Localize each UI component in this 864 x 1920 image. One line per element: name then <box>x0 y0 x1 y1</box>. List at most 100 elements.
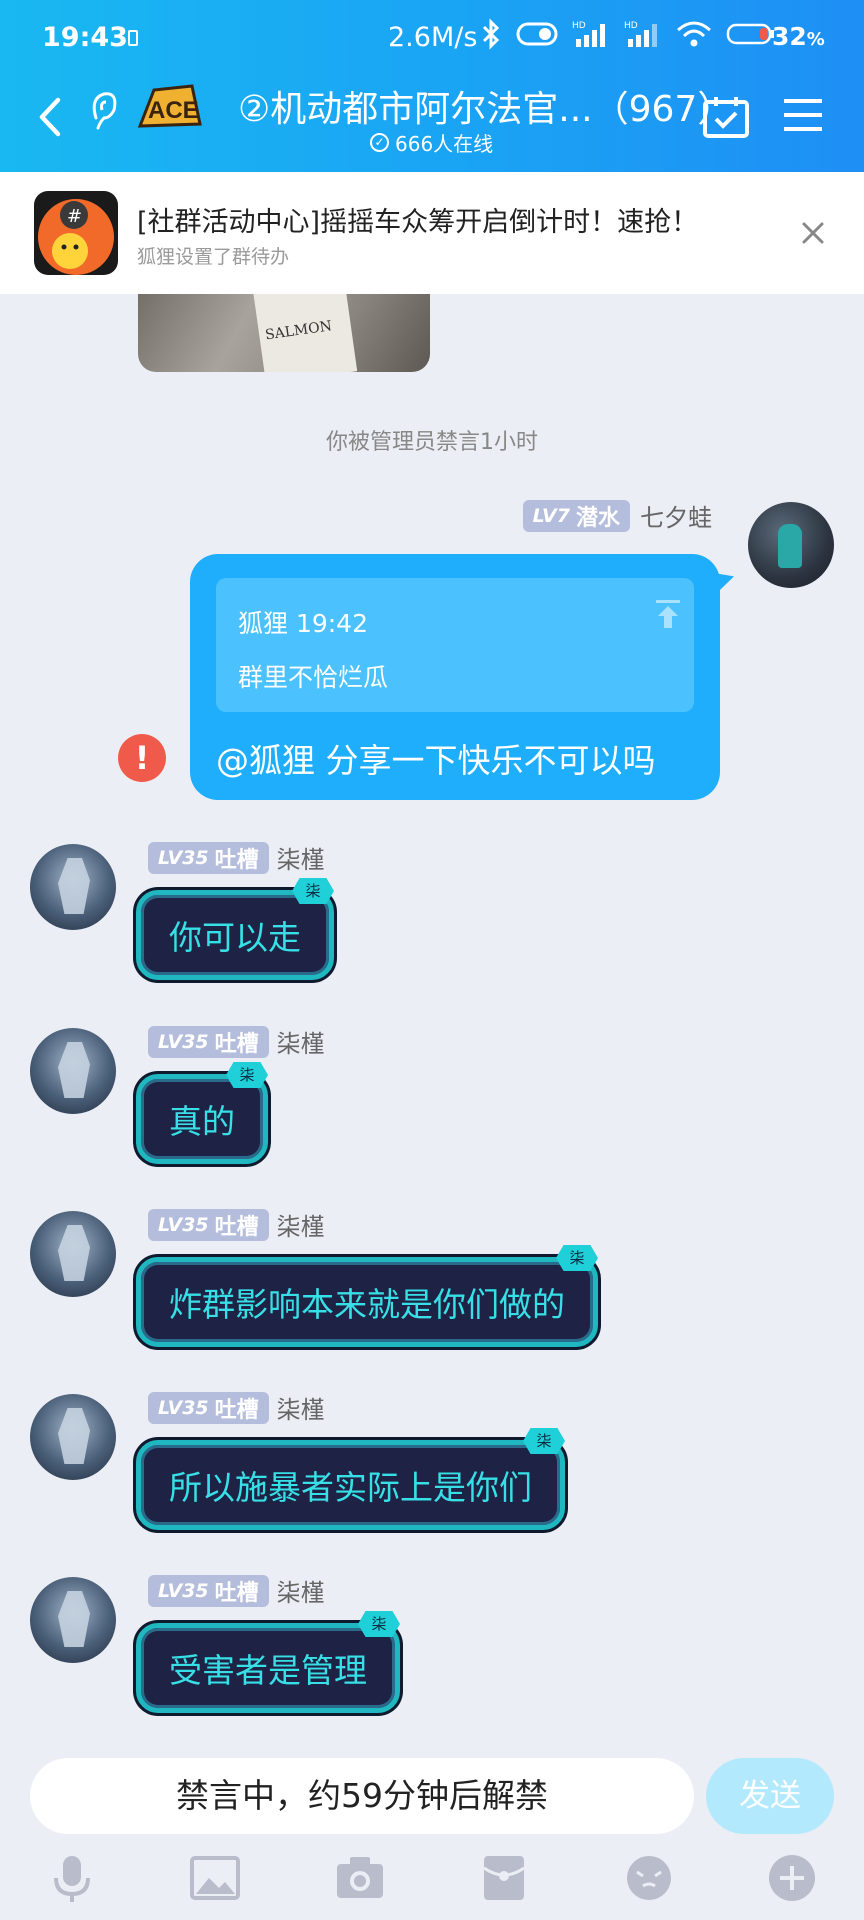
group-notice-banner[interactable]: # [社群活动中心]摇摇车众筹开启倒计时！速抢！ 狐狸设置了群待办 <box>0 172 864 294</box>
message-row: LV35 吐槽 柒槿 受害者是管理 柒 <box>0 1573 864 1743</box>
level-badge: LV7 潜水 <box>522 499 630 532</box>
avatar[interactable] <box>30 1577 116 1663</box>
sender-row: LV35 吐槽 柒槿 <box>148 1024 325 1059</box>
checkin-icon[interactable] <box>702 94 750 140</box>
level-title: 吐槽 <box>214 1580 259 1606</box>
system-message: 你被管理员禁言1小时 <box>326 430 538 455</box>
my-sender-row: LV7 潜水 七夕蛙 <box>522 498 712 533</box>
avatar-mech <box>58 858 90 914</box>
status-bar: 19:43 2.6M/s HD HD 32% <box>0 0 864 78</box>
bubble-tag: 柒 <box>358 1611 400 1637</box>
message-bubble[interactable]: 你可以走 柒 <box>136 878 334 980</box>
battery-icon <box>726 23 774 45</box>
avatar[interactable] <box>30 1394 116 1480</box>
sender-nickname[interactable]: 柒槿 <box>277 1573 325 1608</box>
avatar-mech <box>58 1042 90 1098</box>
send-failed-icon[interactable]: ! <box>118 734 166 782</box>
notice-app-icon: # <box>34 191 118 275</box>
message-bubble[interactable]: 炸群影响本来就是你们做的 柒 <box>136 1245 598 1347</box>
battery-percent: 32% <box>772 22 825 51</box>
quote-author-time: 狐狸 19:42 <box>238 609 368 638</box>
send-button[interactable]: 发送 <box>706 1758 834 1834</box>
avatar[interactable] <box>30 844 116 930</box>
avatar-mech <box>58 1591 90 1647</box>
sender-nickname[interactable]: 柒槿 <box>277 1024 325 1059</box>
message-bubble[interactable]: 所以施暴者实际上是你们 柒 <box>136 1428 565 1530</box>
avatar[interactable] <box>30 1211 116 1297</box>
sender-row: LV35 吐槽 柒槿 <box>148 840 325 875</box>
menu-icon[interactable] <box>782 96 824 134</box>
my-message-bubble[interactable]: 狐狸 19:42 群里不恰烂瓜 @狐狸 分享一下快乐不可以吗 <box>190 554 720 800</box>
image-bag-shape: SALMON <box>250 294 358 372</box>
chat-area[interactable]: SALMON 你被管理员禁言1小时 LV7 潜水 七夕蛙 狐狸 19:42 群里… <box>0 294 864 1754</box>
level-title: 吐槽 <box>214 1031 259 1057</box>
emoji-icon[interactable] <box>623 1852 675 1904</box>
level-text: LV7 <box>532 504 570 527</box>
message-bubble[interactable]: 受害者是管理 柒 <box>136 1611 400 1713</box>
wifi-icon <box>677 21 711 47</box>
back-arrow-icon[interactable] <box>30 92 70 142</box>
jump-to-icon[interactable] <box>652 598 684 630</box>
avatar-figure <box>778 524 802 568</box>
mic-icon[interactable] <box>46 1852 98 1904</box>
online-check-icon: ✓ <box>370 133 389 152</box>
avatar[interactable] <box>30 1028 116 1114</box>
level-badge: LV35 吐槽 <box>148 1391 269 1424</box>
bubble-tag: 柒 <box>523 1428 565 1454</box>
online-text: 666人在线 <box>395 132 494 156</box>
signal-icon: HD <box>572 21 605 47</box>
sender-nickname[interactable]: 柒槿 <box>277 840 325 875</box>
level-title: 吐槽 <box>214 1397 259 1423</box>
bubble-tag: 柒 <box>226 1062 268 1088</box>
ear-icon[interactable] <box>86 88 122 134</box>
quoted-reply[interactable]: 狐狸 19:42 群里不恰烂瓜 <box>216 578 694 712</box>
sender-nickname[interactable]: 七夕蛙 <box>640 498 712 533</box>
level-text: LV35 <box>158 1213 209 1236</box>
message-text: @狐狸 分享一下快乐不可以吗 <box>216 741 656 780</box>
level-text: LV35 <box>158 1579 209 1602</box>
chat-header: 19:43 2.6M/s HD HD 32% ACE ②机动都市阿尔法官...（… <box>0 0 864 172</box>
camera-icon[interactable] <box>334 1852 386 1904</box>
message-row: LV35 吐槽 柒槿 炸群影响本来就是你们做的 柒 <box>0 1207 864 1377</box>
svg-text:HD: HD <box>572 21 586 31</box>
level-badge: LV35 吐槽 <box>148 1208 269 1241</box>
message-bubble[interactable]: 真的 柒 <box>136 1062 268 1164</box>
previous-image-message[interactable]: SALMON <box>138 294 430 372</box>
status-icons: HD HD <box>480 18 776 50</box>
sender-nickname[interactable]: 柒槿 <box>277 1390 325 1425</box>
message-row: LV35 吐槽 柒槿 所以施暴者实际上是你们 柒 <box>0 1390 864 1560</box>
quote-text: 群里不恰烂瓜 <box>238 663 389 692</box>
level-title: 潜水 <box>575 505 620 531</box>
level-text: LV35 <box>158 1396 209 1419</box>
network-speed: 2.6M/s <box>388 22 478 53</box>
online-count: ✓ 666人在线 <box>370 128 493 157</box>
bluetooth-icon <box>482 18 500 50</box>
level-text: LV35 <box>158 846 209 869</box>
muted-input: 禁言中，约59分钟后解禁 <box>30 1758 694 1834</box>
message-text: 受害者是管理 <box>136 1623 400 1713</box>
group-title[interactable]: ②机动都市阿尔法官...（967） <box>238 80 733 132</box>
red-packet-icon[interactable] <box>478 1852 530 1904</box>
message-row: LV35 吐槽 柒槿 你可以走 柒 <box>0 840 864 1010</box>
toggle-icon <box>516 22 558 46</box>
svg-text:HD: HD <box>624 21 638 31</box>
sim-icon <box>128 30 138 46</box>
avatar-mech <box>58 1408 90 1464</box>
avatar[interactable] <box>748 502 834 588</box>
logo-text: ACE <box>148 97 199 124</box>
sender-row: LV35 吐槽 柒槿 <box>148 1207 325 1242</box>
avatar-mech <box>58 1225 90 1281</box>
status-time: 19:43 <box>42 22 128 53</box>
message-row: LV35 吐槽 柒槿 真的 柒 <box>0 1024 864 1194</box>
notice-icon-glyph: # <box>67 206 82 227</box>
sender-row: LV35 吐槽 柒槿 <box>148 1390 325 1425</box>
sender-nickname[interactable]: 柒槿 <box>277 1207 325 1242</box>
input-toolbar <box>0 1846 864 1920</box>
close-icon[interactable] <box>796 216 830 250</box>
level-text: LV35 <box>158 1030 209 1053</box>
image-icon[interactable] <box>189 1852 241 1904</box>
level-badge: LV35 吐槽 <box>148 1025 269 1058</box>
battery-unit: % <box>806 29 825 50</box>
level-badge: LV35 吐槽 <box>148 841 269 874</box>
plus-icon[interactable] <box>766 1852 818 1904</box>
